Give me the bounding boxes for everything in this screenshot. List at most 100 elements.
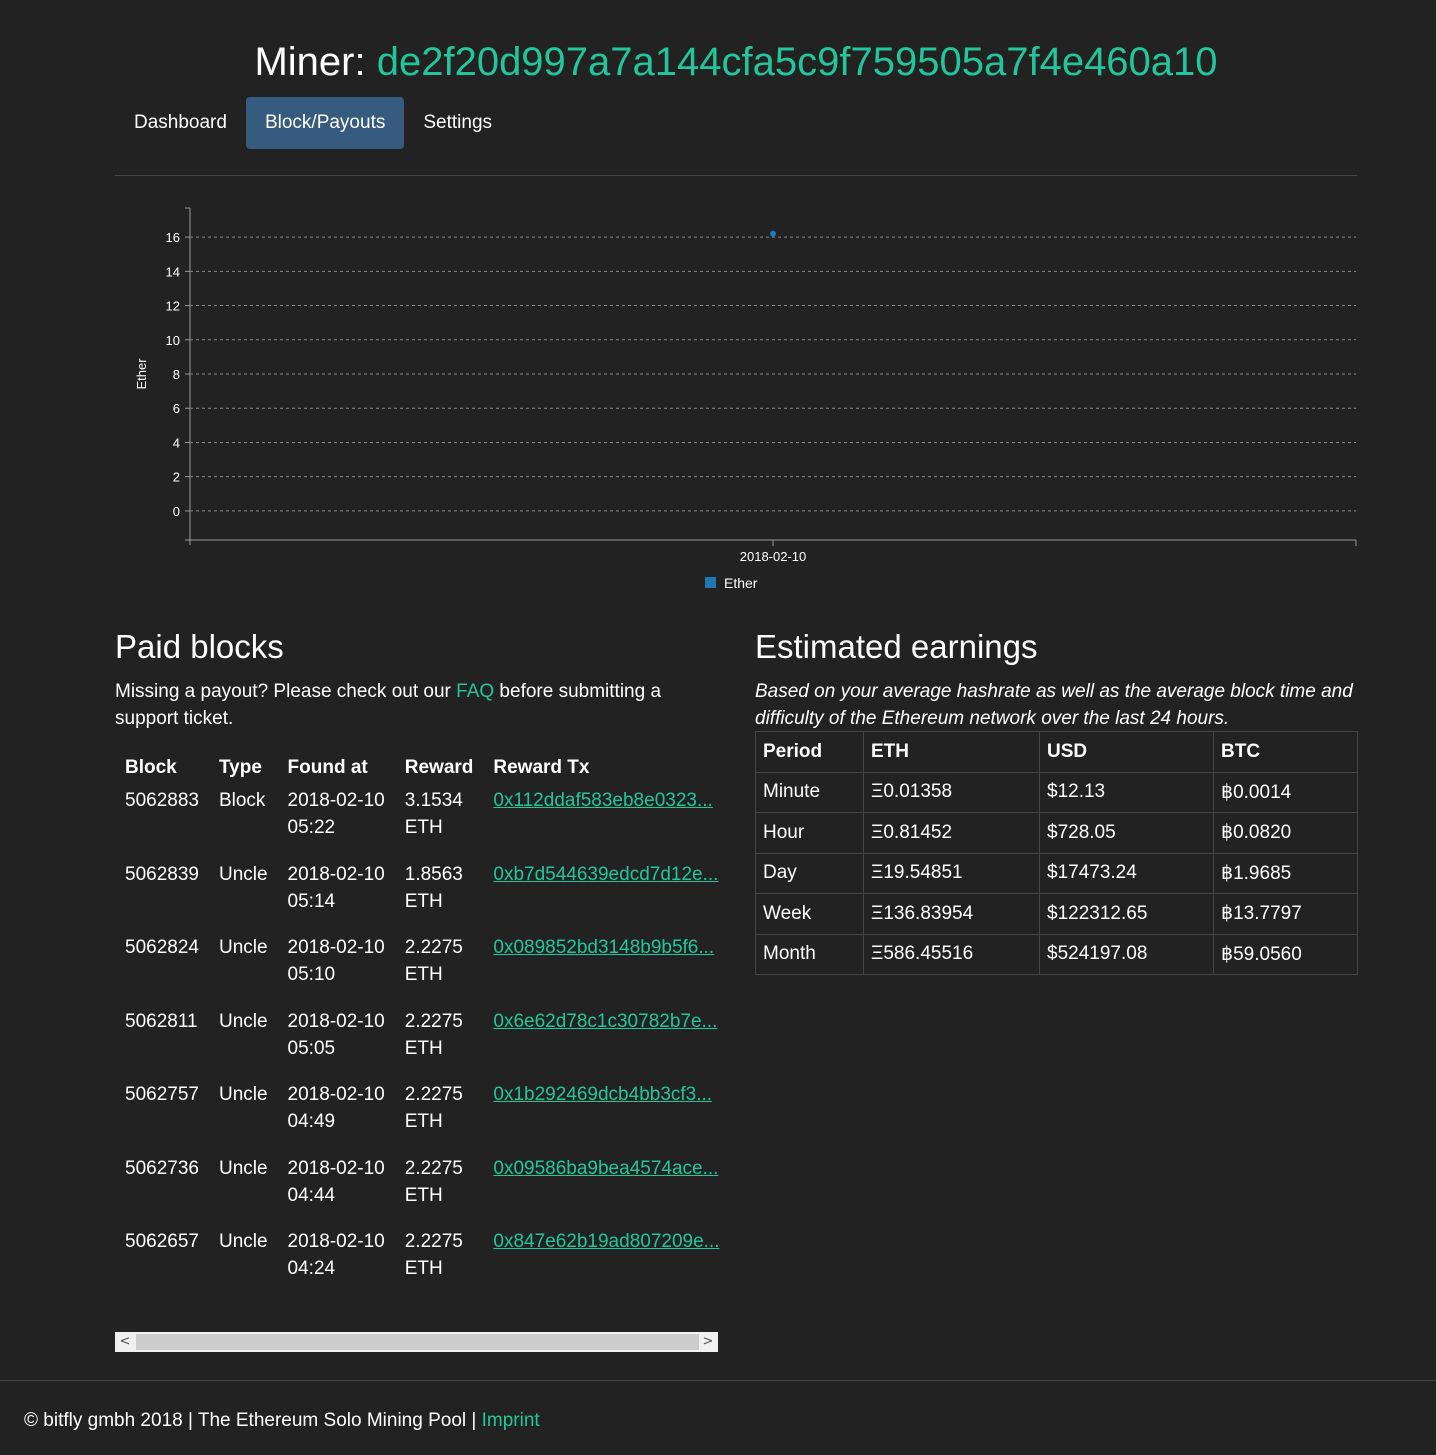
legend-label: Ether [724,575,758,591]
note-text-before: Missing a payout? Please check out our [115,681,457,702]
tx-link[interactable]: 0x847e62b19ad807209e... [493,1231,719,1252]
reward: 2.2275 ETH [395,1007,484,1081]
table-header-row: Block Type Found at Reward Reward Tx [115,750,730,786]
reward-amount: 2.2275 [404,1010,463,1032]
found-date: 2018-02-10 [287,1084,385,1105]
y-tick-label: 10 [166,333,180,348]
found-time: 05:22 [287,817,336,838]
reward-unit: ETH [404,1184,443,1206]
miner-prefix: Miner: [254,40,366,84]
block-type: Uncle [218,1231,268,1252]
eth-value: Ξ19.54851 [863,852,1040,894]
found-at: 2018-02-10 04:44 [278,1154,395,1228]
found-date: 2018-02-10 [287,1010,385,1032]
earnings-row: Hour Ξ0.81452 $728.05 ฿0.0820 [755,812,1358,854]
found-time: 04:49 [287,1111,336,1132]
faq-link[interactable]: FAQ [456,681,494,702]
scrollbar-thumb[interactable] [136,1334,699,1350]
period: Hour [755,812,864,854]
tx-link[interactable]: 0x09586ba9bea4574ace... [493,1158,718,1179]
reward-unit: ETH [404,964,443,985]
block-number: 5062736 [125,1157,199,1179]
reward: 3.1534 ETH [395,786,484,860]
tx-link[interactable]: 0x089852bd3148b9b5f6... [493,937,714,958]
found-time: 04:24 [287,1258,336,1279]
reward-tx: 0xb7d544639edcd7d12e... [483,860,729,934]
scroll-right-icon[interactable]: > [698,1332,718,1352]
x-tick-label: 2018-02-10 [740,549,807,564]
reward-tx: 0x112ddaf583eb8e0323... [483,786,729,860]
footer: © bitfly gmbh 2018 | The Ethereum Solo M… [24,1407,540,1434]
tab-dashboard[interactable]: Dashboard [115,97,246,149]
reward-amount: 2.2275 [404,1084,463,1105]
paid-blocks-note: Missing a payout? Please check out our F… [115,678,718,732]
y-tick-label: 4 [173,435,180,450]
tx-link[interactable]: 0x1b292469dcb4bb3cf3... [493,1084,712,1105]
scroll-left-icon[interactable]: < [115,1332,135,1352]
table-row: 5062883 Block 2018-02-10 05:22 3.1534 ETH 0x11… [115,786,730,860]
footer-text: © bitfly gmbh 2018 | The Ethereum Solo M… [24,1410,482,1431]
col-btc: BTC [1213,731,1358,773]
tx-link[interactable]: 0x6e62d78c1c30782b7e... [493,1011,717,1032]
y-axis-label: Ether [134,358,149,390]
reward: 2.2275 ETH [395,1080,484,1154]
earnings-row: Month Ξ586.45516 $524197.08 ฿59.0560 [755,933,1358,975]
y-tick-label: 0 [173,504,180,519]
reward-tx: 0x6e62d78c1c30782b7e... [483,1007,729,1081]
reward-amount: 1.8563 [404,863,463,885]
y-tick-label: 6 [173,401,180,416]
earnings-row: Day Ξ19.54851 $17473.24 ฿1.9685 [755,852,1358,894]
found-at: 2018-02-10 05:05 [278,1007,395,1081]
tab-block-payouts[interactable]: Block/Payouts [245,97,405,149]
table-row: 5062657 Uncle 2018-02-10 04:24 2.2275 ETH 0x84… [115,1227,730,1301]
reward: 2.2275 ETH [395,1154,484,1228]
nav-tabs: Dashboard Block/Payouts Settings [115,97,511,149]
y-tick-label: 8 [173,367,180,382]
earnings-row: Minute Ξ0.01358 $12.13 ฿0.0014 [755,771,1358,813]
found-date: 2018-02-10 [287,790,385,811]
miner-address: de2f20d997a7a144cfa5c9f759505a7f4e460a10 [376,40,1218,84]
col-block: Block [125,757,177,778]
block-number: 5062811 [125,1010,198,1032]
block-number: 5062757 [125,1084,199,1105]
table-horizontal-scrollbar[interactable]: < > [115,1332,718,1352]
usd-value: $728.05 [1039,812,1214,854]
period: Minute [755,771,864,813]
eth-value: Ξ0.01358 [863,771,1040,813]
paid-blocks-title: Paid blocks [115,628,284,665]
found-at: 2018-02-10 05:22 [278,786,395,860]
reward: 2.2275 ETH [395,933,484,1007]
table-row: 5062824 Uncle 2018-02-10 05:10 2.2275 ETH 0x08… [115,933,730,1007]
usd-value: $524197.08 [1039,933,1214,975]
col-eth: ETH [863,731,1040,773]
btc-value: ฿0.0014 [1213,771,1358,813]
tab-settings[interactable]: Settings [404,97,511,149]
y-tick-label: 16 [166,230,180,245]
block-number: 5062824 [125,937,199,958]
col-type: Type [218,757,262,778]
reward-unit: ETH [404,1111,443,1132]
payout-chart: 0 2 4 6 8 10 12 14 16 2018-02-10 Ether Ether [134,207,1357,591]
tx-link[interactable]: 0x112ddaf583eb8e0323... [493,790,712,811]
found-at: 2018-02-10 05:14 [278,860,395,934]
block-number: 5062883 [125,790,199,811]
table-header-row: Period ETH USD BTC [755,731,1358,773]
found-at: 2018-02-10 04:49 [278,1080,395,1154]
table-row: 5062757 Uncle 2018-02-10 04:49 2.2275 ETH 0x1b… [115,1080,730,1154]
paid-blocks-table: Block Type Found at Reward Reward Tx 506… [115,750,730,1301]
btc-value: ฿59.0560 [1213,933,1358,975]
eth-value: Ξ586.45516 [863,933,1040,975]
reward-tx: 0x089852bd3148b9b5f6... [483,933,729,1007]
col-reward: Reward [404,757,474,778]
tx-link[interactable]: 0xb7d544639edcd7d12e... [493,864,718,885]
found-at: 2018-02-10 04:24 [278,1227,395,1301]
block-number: 5062657 [125,1231,199,1252]
btc-value: ฿0.0820 [1213,812,1358,854]
page-title: Miner: de2f20d997a7a144cfa5c9f759505a7f4… [0,36,1436,88]
block-type: Uncle [218,1084,268,1105]
imprint-link[interactable]: Imprint [482,1410,540,1431]
reward-unit: ETH [404,817,443,838]
period: Month [755,933,864,975]
found-date: 2018-02-10 [287,1157,385,1179]
legend-swatch [705,577,716,588]
